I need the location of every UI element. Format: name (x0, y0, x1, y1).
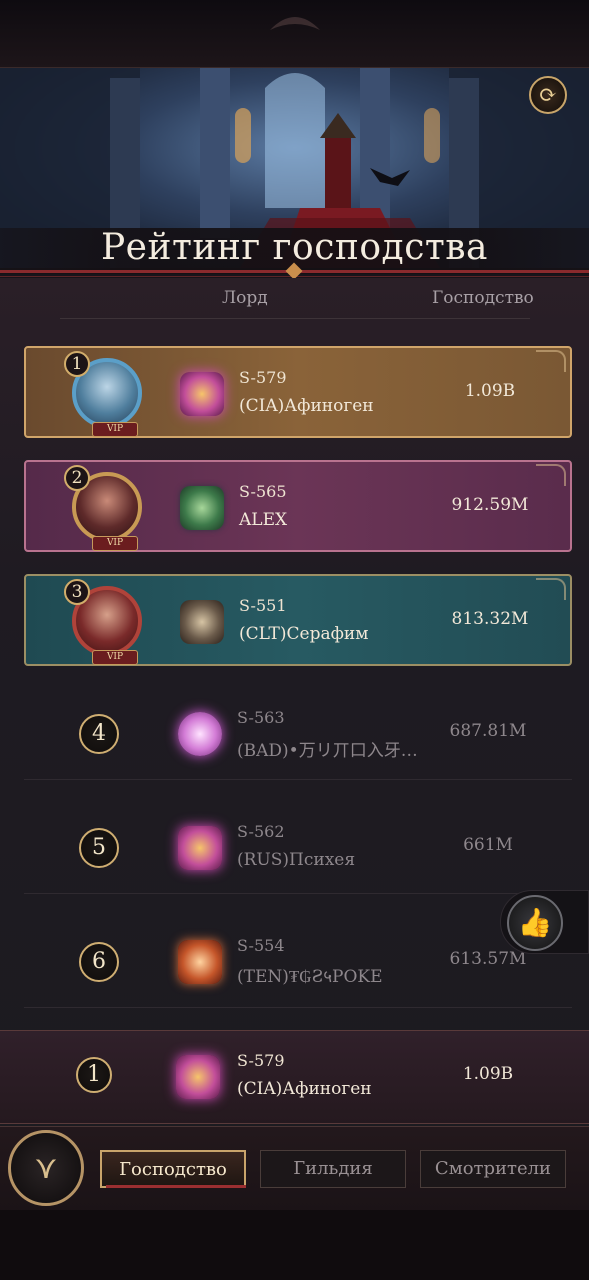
server-label: S-562 (237, 822, 285, 841)
ranking-row-5[interactable]: 5 S-562 (RUS)Психея 661M (24, 802, 572, 894)
tab-guild[interactable]: Гильдия (260, 1150, 406, 1188)
ranking-row-2[interactable]: 2 VIP S-565 ALEX 912.59M (24, 460, 572, 552)
vip-badge: VIP (92, 422, 138, 437)
dominance-score: 1.09B (462, 1064, 514, 1084)
rank-badge: 2 (64, 465, 90, 491)
rank-badge: 1 (64, 351, 90, 377)
dominance-score: 687.81M (449, 721, 527, 741)
server-label: S-563 (237, 708, 285, 727)
vip-badge: VIP (92, 536, 138, 551)
crown-crest-icon (180, 600, 224, 644)
player-name: (CLT)Серафим (239, 624, 369, 644)
column-header-dominance: Господство (432, 288, 534, 308)
player-name: (CIA)Афиноген (237, 1079, 372, 1099)
player-name: (BAD)•万リ丌口入牙… (237, 741, 418, 761)
skull-crest-icon (178, 940, 222, 984)
menu-emblem-icon: ⋎ (34, 1148, 58, 1186)
tab-dominance[interactable]: Господство (100, 1150, 246, 1188)
rank-number: 1 (76, 1057, 112, 1093)
ranking-row-3[interactable]: 3 VIP S-551 (CLT)Серафим 813.32M (24, 574, 572, 666)
own-ranking-row[interactable]: 1 S-579 (CIA)Афиноген 1.09B (0, 1030, 589, 1124)
top-frame (0, 0, 589, 68)
refresh-button[interactable]: ⟳ (529, 76, 567, 114)
flower-crest-icon (180, 372, 224, 416)
heart-crest-icon (178, 712, 222, 756)
bottom-frame (0, 1210, 589, 1280)
server-label: S-579 (239, 368, 287, 387)
mask-crest-icon (180, 486, 224, 530)
player-name: (TEN)₮₲Ƨ५ΡΟΚΕ (237, 967, 383, 987)
server-label: S-554 (237, 936, 285, 955)
rank-number: 6 (79, 942, 119, 982)
ornament-icon (270, 17, 320, 30)
tab-watchers[interactable]: Смотрители (420, 1150, 566, 1188)
dominance-score: 912.59M (451, 495, 529, 515)
header-divider (60, 318, 530, 319)
page-title: Рейтинг господства (100, 227, 489, 268)
server-label: S-579 (237, 1051, 285, 1070)
server-label: S-565 (239, 482, 287, 501)
flower-crest-icon (178, 826, 222, 870)
thumbs-up-icon: 👍 (507, 895, 563, 951)
active-tab-indicator (106, 1185, 246, 1188)
column-header-lord: Лорд (222, 288, 268, 308)
server-label: S-551 (239, 596, 287, 615)
flower-crest-icon (176, 1055, 220, 1099)
rank-number: 4 (79, 714, 119, 754)
vip-badge: VIP (92, 650, 138, 665)
player-name: ALEX (239, 510, 288, 530)
corner-ornament-icon (536, 578, 566, 600)
corner-ornament-icon (536, 350, 566, 372)
ranking-row-1[interactable]: 1 VIP S-579 (CIA)Афиноген 1.09B (24, 346, 572, 438)
dominance-score: 1.09B (464, 381, 516, 401)
player-name: (CIA)Афиноген (239, 396, 374, 416)
dominance-score: 661M (463, 835, 513, 855)
menu-emblem-button[interactable]: ⋎ (8, 1130, 84, 1206)
player-name: (RUS)Психея (237, 850, 356, 870)
rank-badge: 3 (64, 579, 90, 605)
like-button[interactable]: 👍 (500, 890, 589, 954)
ranking-row-4[interactable]: 4 S-563 (BAD)•万リ丌口入牙… 687.81M (24, 688, 572, 780)
rank-number: 5 (79, 828, 119, 868)
dominance-score: 813.32M (451, 609, 529, 629)
refresh-icon: ⟳ (538, 82, 558, 108)
corner-ornament-icon (536, 464, 566, 486)
ranking-row-6[interactable]: 6 S-554 (TEN)₮₲Ƨ५ΡΟΚΕ 613.57M (24, 916, 572, 1008)
